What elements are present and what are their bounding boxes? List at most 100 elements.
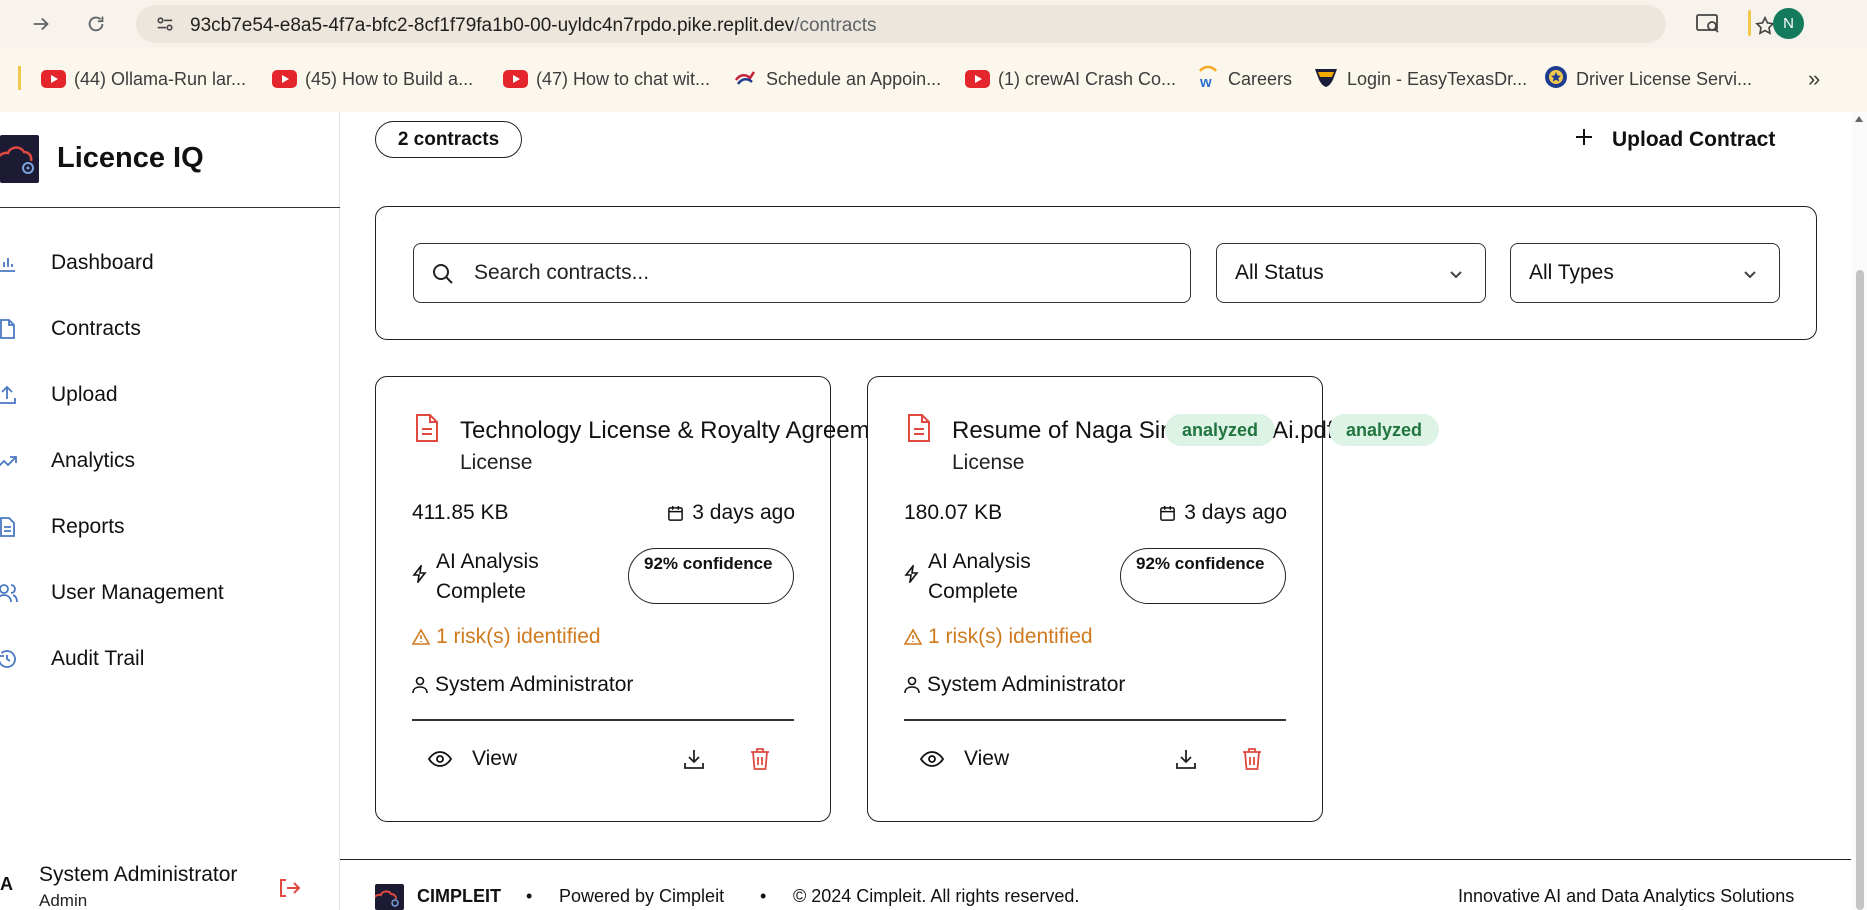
footer-tagline: Innovative AI and Data Analytics Solutio… <box>1458 886 1795 906</box>
analysis-status: AI Analysis Complete <box>412 547 592 607</box>
plus-icon <box>1574 127 1594 153</box>
sidebar-item-audit-trail[interactable]: Audit Trail <box>0 638 330 678</box>
bookmark-item[interactable]: w Careers <box>1196 65 1292 94</box>
upload-icon <box>0 384 18 406</box>
view-button[interactable]: View <box>428 747 517 771</box>
sidebar-divider <box>0 207 340 208</box>
eye-icon <box>428 751 452 767</box>
contract-owner: System Administrator <box>904 673 1125 697</box>
bookmark-item[interactable]: (1) crewAI Crash Co... <box>965 66 1176 92</box>
workday-icon: w <box>1196 65 1220 94</box>
user-role: Admin <box>39 891 88 910</box>
profile-avatar[interactable]: N <box>1773 8 1804 39</box>
site-settings-icon[interactable] <box>156 15 174 33</box>
sidebar-item-label: User Management <box>51 581 224 604</box>
bookmark-item[interactable]: Login - EasyTexasDr... <box>1313 66 1527 92</box>
file-icon <box>414 413 440 443</box>
contract-card[interactable]: Technology License & Royalty Agreement -… <box>375 376 1116 822</box>
trash-icon[interactable] <box>749 747 771 771</box>
app-logo <box>0 135 39 183</box>
app-brand: Licence IQ <box>57 142 204 174</box>
more-bookmarks-icon[interactable]: » <box>1808 66 1820 92</box>
seal-icon <box>1544 65 1568 94</box>
youtube-icon <box>272 70 297 88</box>
upload-date: 3 days ago <box>667 501 795 525</box>
bookmark-item[interactable]: Driver License Servi... <box>1544 65 1752 94</box>
view-button[interactable]: View <box>920 747 1009 771</box>
sidebar-item-dashboard[interactable]: Dashboard <box>0 242 330 282</box>
sidebar-item-reports[interactable]: Reports <box>0 506 330 546</box>
sidebar-item-label: Analytics <box>51 449 136 472</box>
lightning-icon <box>904 565 919 583</box>
eye-icon <box>920 751 944 767</box>
youtube-icon <box>503 70 528 88</box>
scrollbar-thumb[interactable] <box>1856 270 1864 910</box>
contract-title[interactable]: Resume of Naga Sindhu Rao-Ai.pdf <box>952 417 1334 445</box>
sidebar-item-user-management[interactable]: User Management <box>0 572 330 612</box>
report-icon <box>0 516 18 538</box>
sidebar-item-label: Reports <box>51 515 125 538</box>
bookmark-item[interactable]: (47) How to chat wit... <box>503 66 710 92</box>
chevron-down-icon <box>1447 265 1465 283</box>
users-icon <box>0 582 18 604</box>
file-icon <box>906 413 932 443</box>
download-icon[interactable] <box>682 747 706 771</box>
status-filter-select[interactable]: All Status <box>1216 243 1486 303</box>
confidence-badge: 92% confidence <box>628 548 794 604</box>
sidebar-item-upload[interactable]: Upload <box>0 374 330 414</box>
contracts-count-badge: 2 contracts <box>375 121 522 158</box>
upload-contract-button[interactable]: Upload Contract <box>1574 124 1775 156</box>
flag-icon <box>734 68 758 91</box>
bookmarks-edge <box>18 66 21 90</box>
search-input[interactable] <box>474 256 1174 290</box>
type-filter-select[interactable]: All Types <box>1510 243 1780 303</box>
type-filter-value: All Types <box>1529 261 1614 284</box>
browser-toolbar: 93cb7e54-e8a5-4f7a-bfc2-8cf1f79fa1b0-00-… <box>0 0 1867 48</box>
user-avatar: A <box>0 874 13 894</box>
url-text[interactable]: 93cb7e54-e8a5-4f7a-bfc2-8cf1f79fa1b0-00-… <box>190 15 877 37</box>
footer-logo <box>375 884 404 910</box>
trending-up-icon <box>0 450 18 472</box>
file-size: 411.85 KB <box>412 501 509 524</box>
scroll-up-icon[interactable] <box>1855 116 1863 122</box>
search-tabs-icon[interactable] <box>1695 11 1721 40</box>
analysis-status: AI Analysis Complete <box>904 547 1084 607</box>
contract-owner: System Administrator <box>412 673 633 697</box>
upload-contract-label: Upload Contract <box>1612 128 1776 151</box>
contract-type: License <box>952 451 1025 474</box>
bookmark-item[interactable]: (44) Ollama-Run lar... <box>41 66 246 92</box>
lightning-icon <box>412 565 427 583</box>
calendar-icon <box>1160 505 1176 521</box>
search-box <box>413 243 1191 303</box>
sidebar: Licence IQ Dashboard Contracts Upload An… <box>0 112 340 910</box>
reload-icon[interactable] <box>81 9 111 39</box>
sidebar-item-label: Upload <box>51 383 118 406</box>
sidebar-item-label: Contracts <box>51 317 141 340</box>
footer-separator: • <box>760 886 767 906</box>
forward-icon[interactable] <box>26 9 56 39</box>
logout-icon[interactable] <box>277 876 301 900</box>
trash-icon[interactable] <box>1241 747 1263 771</box>
footer-separator: • <box>526 886 533 906</box>
bookmark-item[interactable]: Schedule an Appoin... <box>734 66 941 92</box>
confidence-badge: 92% confidence <box>1120 548 1286 604</box>
sidebar-item-analytics[interactable]: Analytics <box>0 440 330 480</box>
filter-panel: All Status All Types <box>375 206 1817 340</box>
download-icon[interactable] <box>1174 747 1198 771</box>
user-name: System Administrator <box>39 863 238 886</box>
card-divider <box>412 719 794 721</box>
contract-card[interactable]: Resume of Naga Sindhu Rao-Ai.pdf License… <box>867 376 1334 822</box>
file-icon <box>0 318 18 340</box>
bookmark-item[interactable]: (45) How to Build a... <box>272 66 473 92</box>
warning-icon <box>904 628 922 645</box>
sidebar-item-contracts[interactable]: Contracts <box>0 308 330 348</box>
youtube-icon <box>41 70 66 88</box>
footer-brand: CIMPLEIT <box>417 886 501 906</box>
svg-text:w: w <box>1199 74 1212 89</box>
youtube-icon <box>965 70 990 88</box>
footer-powered-by: Powered by Cimpleit <box>559 886 725 906</box>
card-divider <box>904 719 1286 721</box>
bar-chart-icon <box>0 252 18 274</box>
address-bar[interactable]: 93cb7e54-e8a5-4f7a-bfc2-8cf1f79fa1b0-00-… <box>136 5 1775 43</box>
footer-divider <box>340 859 1851 860</box>
